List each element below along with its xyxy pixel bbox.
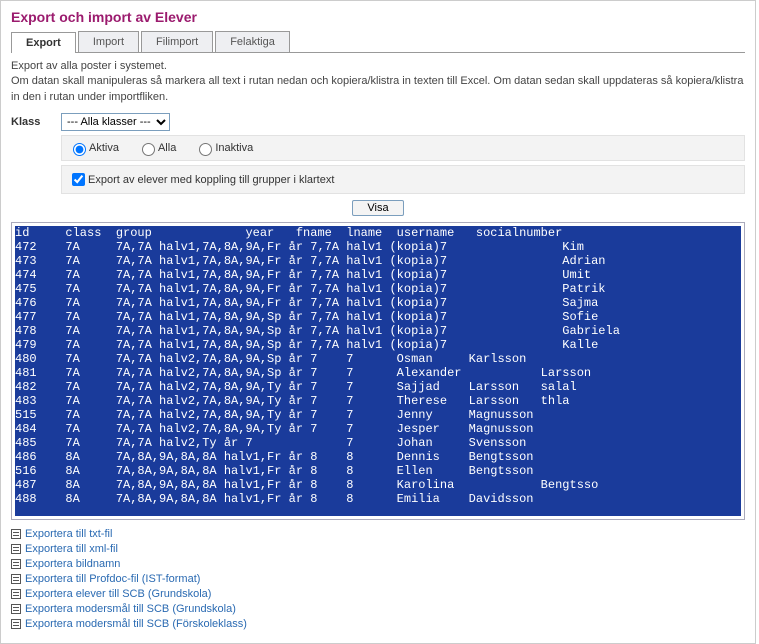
export-link[interactable]: Exportera till xml-fil: [11, 543, 745, 555]
radio-alla[interactable]: Alla: [137, 140, 176, 156]
list-icon: [11, 559, 21, 569]
list-icon: [11, 529, 21, 539]
data-textarea-wrap: id class group year fname lname username…: [11, 222, 745, 520]
export-links: Exportera till txt-fil Exportera till xml…: [11, 528, 745, 630]
export-link[interactable]: Exportera modersmål till SCB (Grundskola…: [11, 603, 745, 615]
tabs: Export Import Filimport Felaktiga: [11, 31, 745, 53]
radio-aktiva[interactable]: Aktiva: [68, 140, 119, 156]
tab-export[interactable]: Export: [11, 32, 76, 53]
klass-label: Klass: [11, 116, 61, 128]
export-link[interactable]: Exportera till Profdoc-fil (IST-format): [11, 573, 745, 585]
export-link[interactable]: Exportera till txt-fil: [11, 528, 745, 540]
tab-felaktiga[interactable]: Felaktiga: [215, 31, 290, 52]
list-icon: [11, 619, 21, 629]
checkbox-klartext-input[interactable]: [72, 173, 85, 186]
info-text: Export av alla poster i systemet. Om dat…: [11, 59, 745, 105]
export-link[interactable]: Exportera elever till SCB (Grundskola): [11, 588, 745, 600]
visa-button[interactable]: Visa: [352, 200, 403, 216]
export-link[interactable]: Exportera bildnamn: [11, 558, 745, 570]
list-icon: [11, 604, 21, 614]
tab-import[interactable]: Import: [78, 31, 139, 52]
radio-alla-input[interactable]: [142, 143, 155, 156]
list-icon: [11, 574, 21, 584]
list-icon: [11, 544, 21, 554]
page-title: Export och import av Elever: [11, 9, 745, 25]
radio-inaktiva-input[interactable]: [199, 143, 212, 156]
tab-filimport[interactable]: Filimport: [141, 31, 213, 52]
data-textarea[interactable]: id class group year fname lname username…: [15, 226, 741, 516]
radio-aktiva-input[interactable]: [73, 143, 86, 156]
info-line-1: Export av alla poster i systemet.: [11, 60, 167, 72]
radio-inaktiva[interactable]: Inaktiva: [194, 140, 253, 156]
info-line-2: Om datan skall manipuleras så markera al…: [11, 75, 743, 102]
export-link[interactable]: Exportera modersmål till SCB (Förskolekl…: [11, 618, 745, 630]
list-icon: [11, 589, 21, 599]
checkbox-klartext[interactable]: Export av elever med koppling till grupp…: [68, 170, 334, 189]
klass-select[interactable]: --- Alla klasser ---: [61, 113, 170, 131]
